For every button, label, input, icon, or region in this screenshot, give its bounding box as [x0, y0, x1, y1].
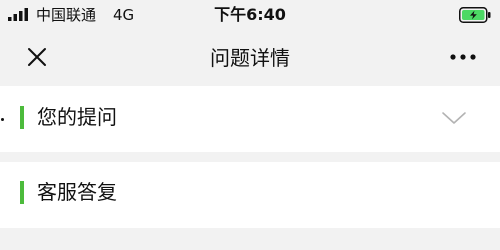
reply-section: 客服答复 — [0, 162, 500, 228]
chevron-down-icon[interactable] — [440, 110, 468, 126]
status-bar: 中国联通 4G 下午6:40 — [0, 0, 500, 32]
navigation-bar: 问题详情 — [0, 32, 500, 82]
close-icon[interactable] — [22, 42, 52, 72]
question-section-title: 您的提问 — [37, 105, 117, 129]
question-section[interactable]: 您的提问 — [0, 86, 500, 152]
status-time: 下午6:40 — [214, 5, 286, 24]
reply-section-title: 客服答复 — [37, 180, 117, 204]
page-title: 问题详情 — [210, 46, 290, 70]
accent-bar — [20, 181, 24, 204]
accent-bar — [20, 106, 24, 129]
bullet-dot — [1, 118, 4, 121]
more-horizontal-icon[interactable] — [445, 45, 481, 69]
battery-charging-icon — [459, 7, 491, 23]
